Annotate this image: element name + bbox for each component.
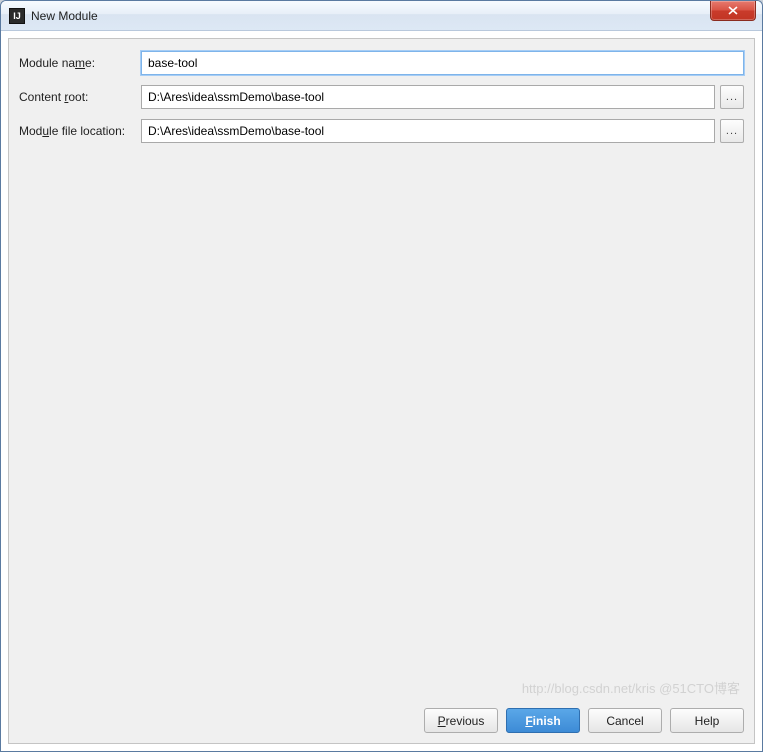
new-module-dialog: IJ New Module Module name: Content root:…	[0, 0, 763, 752]
module-file-location-row: Module file location: ...	[19, 119, 744, 143]
module-file-location-input[interactable]	[141, 119, 715, 143]
form-area: Module name: Content root: ... Module fi…	[19, 51, 744, 698]
module-file-location-browse-button[interactable]: ...	[720, 119, 744, 143]
window-title: New Module	[31, 9, 710, 23]
content-panel: Module name: Content root: ... Module fi…	[8, 38, 755, 744]
module-file-location-label: Module file location:	[19, 124, 141, 138]
module-name-label: Module name:	[19, 56, 141, 70]
app-icon: IJ	[9, 8, 25, 24]
finish-button[interactable]: Finish	[506, 708, 580, 733]
content-root-input[interactable]	[141, 85, 715, 109]
content-root-row: Content root: ...	[19, 85, 744, 109]
module-name-row: Module name:	[19, 51, 744, 75]
close-icon	[728, 6, 738, 15]
titlebar: IJ New Module	[1, 1, 762, 31]
cancel-button[interactable]: Cancel	[588, 708, 662, 733]
content-root-browse-button[interactable]: ...	[720, 85, 744, 109]
module-name-input[interactable]	[141, 51, 744, 75]
button-bar: Previous Finish Cancel Help	[19, 698, 744, 733]
previous-button[interactable]: Previous	[424, 708, 498, 733]
app-icon-text: IJ	[13, 11, 21, 21]
close-button[interactable]	[710, 1, 756, 21]
help-button[interactable]: Help	[670, 708, 744, 733]
content-root-label: Content root:	[19, 90, 141, 104]
